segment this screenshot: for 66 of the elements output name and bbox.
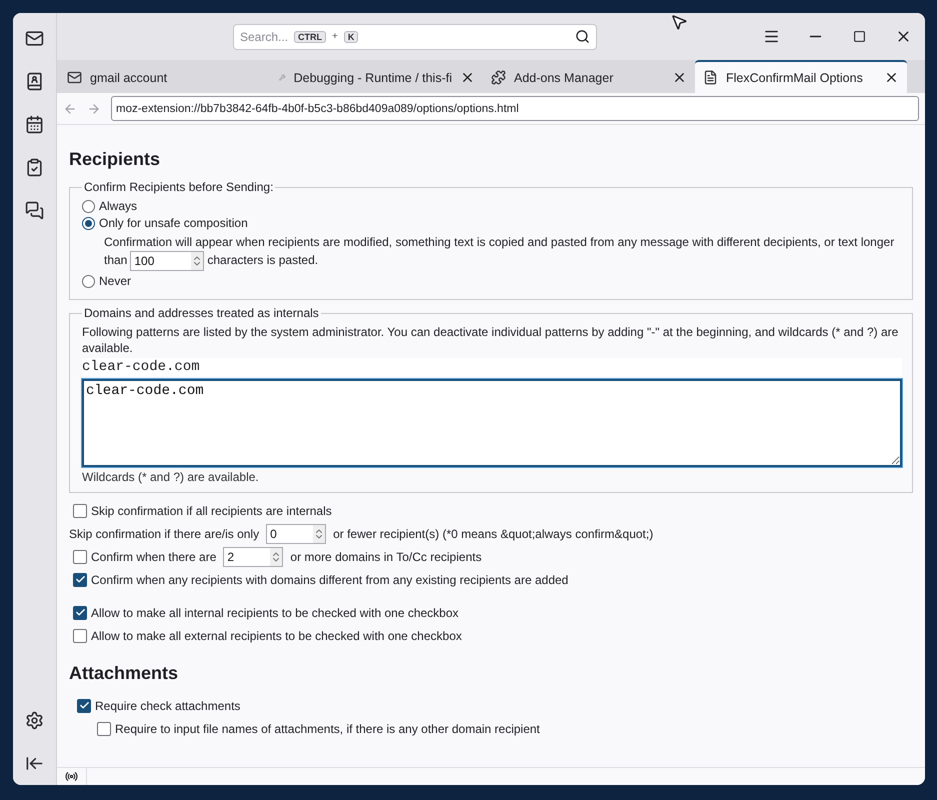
number-field[interactable]: 2 [223,546,284,566]
mail-icon [67,70,82,85]
option-label: or fewer recipient(s) (*0 means &quot;always confirm&quot;) [333,526,654,540]
tab[interactable]: Add-ons Manager [483,60,695,93]
spinner-icon[interactable] [313,524,326,542]
number-field[interactable]: 100 [130,251,204,271]
fieldset-legend: Confirm Recipients before Sending: [82,180,276,194]
domains-textarea[interactable]: clear-code.com [82,379,902,467]
section-heading: Recipients [69,149,162,170]
search-field[interactable]: Search... CTRL + K [233,24,597,50]
description-text: characters is pasted. [207,253,318,268]
checkbox[interactable] [73,550,87,564]
option-label: Allow to make all internal recipients to be checked with one checkbox [91,606,459,620]
option-label: or more domains in To/Cc recipients [290,550,482,564]
description-text: Confirmation will appear when recipients are modified, something text is copied and pasted from any message with different decipients, or text longer [104,234,896,251]
fieldset-legend: Domains and addresses treated as internals [82,306,321,320]
tab-label: Debugging - Runtime / this-fi [294,70,452,84]
tab-label: gmail account [90,70,168,84]
spinner-icon[interactable] [191,252,204,270]
radio-button[interactable] [82,274,95,288]
tab[interactable]: gmail account [59,60,271,93]
option-label: Allow to make all external recipients to be checked with one checkbox [91,628,462,642]
number-field[interactable]: 0 [266,524,326,544]
search-placeholder: Search... [240,30,288,44]
plus-sign: + [332,31,338,42]
option-label: Skip confirmation if all recipients are internals [91,504,332,518]
description-text: Following patterns are listed by the system administrator. You can deactivate individual patterns by adding "-" at the beginning, and wildcards (* and ?) are available. [82,324,900,356]
radio-label: Never [99,274,132,288]
chat-icon[interactable] [23,199,46,222]
close-icon[interactable] [460,70,475,85]
description-text: than [104,253,128,268]
option-label: Require check attachments [95,698,240,712]
checkbox[interactable] [73,504,87,518]
document-icon [703,70,718,85]
checkbox[interactable] [73,628,87,642]
option-label: Confirm when there are [91,550,216,564]
tab[interactable]: Debugging - Runtime / this-fi [271,60,483,93]
checkbox[interactable] [97,722,111,736]
tab-label: Add-ons Manager [514,70,614,84]
search-icon [575,29,590,44]
radio-label: Only for unsafe composition [99,216,248,230]
close-icon[interactable] [884,70,899,85]
key-label: CTRL [294,30,326,42]
checkbox[interactable] [73,606,87,620]
url-field[interactable]: moz-extension://bb7b3842-64fb-4b0f-b5c3-b86bd409a089/options/options.html [111,96,919,121]
tab-label: FlexConfirmMail Options [726,70,864,84]
checkbox[interactable] [77,698,91,712]
mouse-pointer-icon [670,13,688,31]
checkmark-icon [74,574,86,585]
option-label: Confirm when any recipients with domains different from any existing recipients are added [91,572,568,586]
pattern-text: clear-code.com [82,358,902,376]
checkmark-icon [78,700,90,711]
radio-label: Always [99,199,138,213]
spinner-icon[interactable] [270,548,282,566]
checkmark-icon [74,607,86,618]
radio-button[interactable] [82,216,95,230]
section-heading: Attachments [69,663,180,684]
tab[interactable]: FlexConfirmMail Options [695,60,907,93]
option-label: Require to input file names of attachments, if there is any other domain recipient [115,722,540,736]
hint-text: Wildcards (* and ?) are available. [82,470,260,484]
key-label: K [344,30,358,42]
radio-button[interactable] [82,200,95,212]
puzzle-icon [491,70,506,85]
option-label: Skip confirmation if there are/is only [69,526,260,540]
close-icon[interactable] [672,70,687,85]
checkbox[interactable] [73,572,87,586]
